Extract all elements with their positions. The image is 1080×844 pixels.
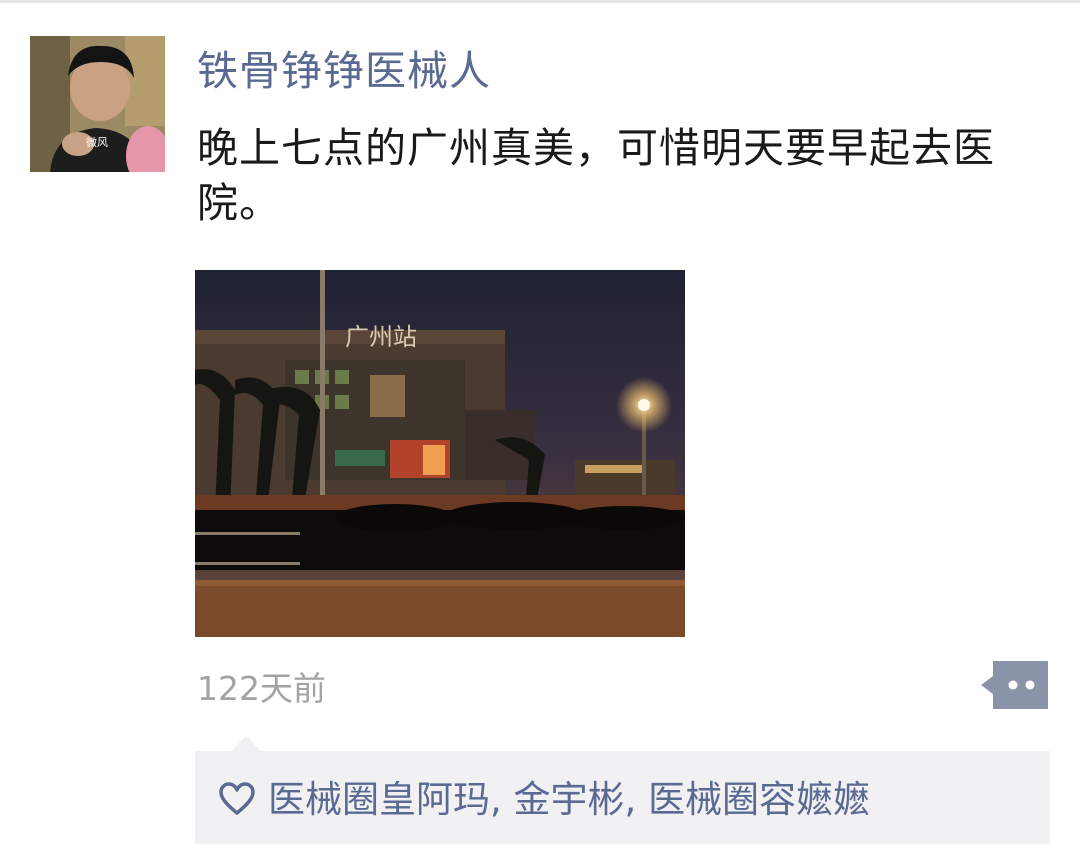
likes-panel-arrow <box>230 736 262 752</box>
photo-sign-text: 广州站 <box>345 323 417 351</box>
liker-name[interactable]: 金宇彬 <box>514 778 625 821</box>
comment-dots-icon <box>981 661 1048 709</box>
author-avatar[interactable]: 微风 <box>30 36 165 172</box>
author-name-link[interactable]: 铁骨铮铮医械人 <box>197 43 491 99</box>
post-text: 晚上七点的广州真美，可惜明天要早起去医院。 <box>197 124 995 227</box>
comment-menu-button[interactable] <box>981 661 1048 709</box>
liker-separator: , <box>624 778 649 821</box>
liker-separator: , <box>490 778 514 821</box>
moments-feed-item: 微风 铁骨铮铮医械人 晚上七点的广州真美，可惜明天要早起去医院。 广州站 122… <box>0 0 1080 844</box>
likes-names: 医械圈皇阿玛, 金宇彬, 医械圈容嬷嬷 <box>268 775 870 825</box>
post-photo[interactable]: 广州站 <box>195 270 685 637</box>
liker-name[interactable]: 医械圈容嬷嬷 <box>648 778 870 821</box>
liker-name[interactable]: 医械圈皇阿玛 <box>268 778 490 821</box>
night-station-photo: 广州站 <box>195 270 685 637</box>
post-timestamp: 122天前 <box>197 669 326 708</box>
avatar-photo: 微风 <box>30 36 165 172</box>
heart-outline-icon <box>218 781 256 817</box>
avatar-watermark: 微风 <box>86 135 108 149</box>
